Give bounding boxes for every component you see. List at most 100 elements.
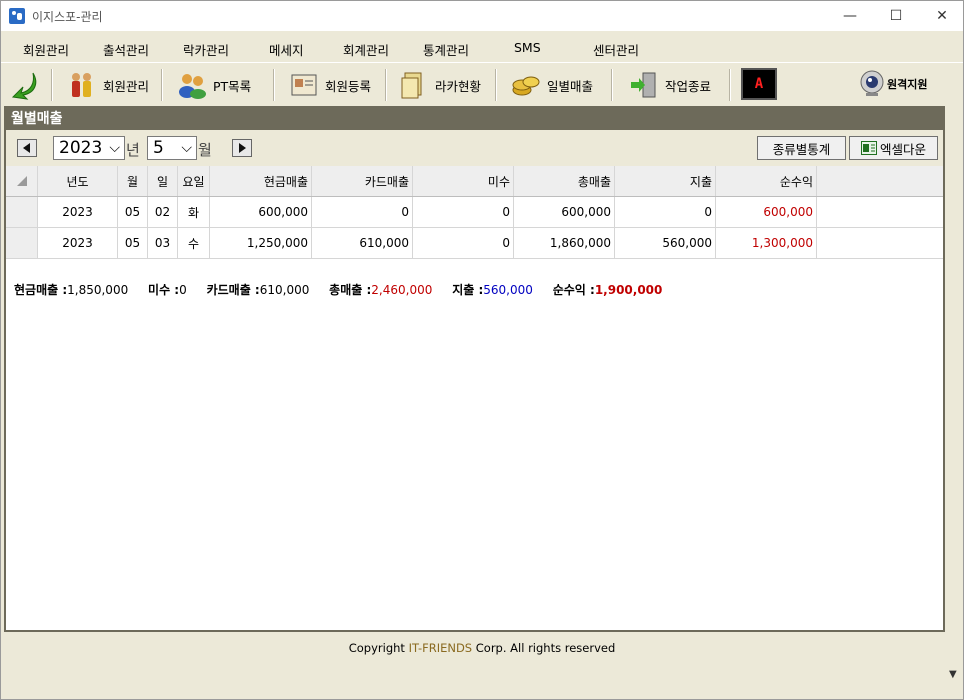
monthly-sales-panel: 월별매출 2023 ⌵ 년 5 ⌵ 월 종류별통계 엑셀다운 년도 월 일 요일… <box>4 106 945 632</box>
cell-year: 2023 <box>38 197 118 227</box>
webcam-icon <box>860 70 884 96</box>
cell-total: 1,860,000 <box>514 228 615 258</box>
sales-summary: 현금매출 :1,850,000 미수 :0 카드매출 :610,000 총매출 … <box>14 281 678 298</box>
menu-message[interactable]: 메세지 <box>269 40 304 59</box>
copyright-suffix: Corp. All rights reserved <box>472 641 616 655</box>
members-icon <box>72 73 91 97</box>
cell-day: 02 <box>148 197 178 227</box>
register-card-icon <box>291 74 317 96</box>
close-button[interactable]: ✕ <box>919 1 964 31</box>
toolbar-separator <box>611 69 613 101</box>
a-badge-button[interactable]: A <box>741 68 777 100</box>
toolbar: 회원관리 PT목록 회원등록 라카현황 일별매출 작업종료 <box>1 62 963 106</box>
month-select[interactable]: 5 ⌵ <box>147 136 197 160</box>
table-row[interactable]: 2023 05 02 화 600,000 0 0 600,000 0 600,0… <box>6 197 943 228</box>
row-selector[interactable] <box>6 197 38 227</box>
pt-list-button[interactable]: PT목록 <box>177 67 251 103</box>
cell-profit: 600,000 <box>716 197 817 227</box>
select-all-corner-icon <box>16 176 27 186</box>
cell-card: 0 <box>312 197 413 227</box>
maximize-button[interactable]: ☐ <box>873 1 919 31</box>
row-selector-header[interactable] <box>6 166 38 196</box>
daily-sales-label: 일별매출 <box>547 78 594 94</box>
copyright-footer: Copyright IT-FRIENDS Corp. All rights re… <box>1 633 963 663</box>
daily-sales-button[interactable]: 일별매출 <box>511 67 593 103</box>
pt-list-label: PT목록 <box>213 78 252 94</box>
cell-cash: 600,000 <box>210 197 312 227</box>
menu-locker[interactable]: 락카관리 <box>183 40 229 59</box>
menu-attendance[interactable]: 출석관리 <box>103 40 149 59</box>
menu-sms[interactable]: SMS <box>514 40 541 55</box>
app-window: 이지스포-관리 — ☐ ✕ 회원관리 출석관리 락카관리 메세지 회계관리 통계… <box>0 0 964 700</box>
scroll-down-arrow-icon[interactable]: ▼ <box>949 669 957 680</box>
row-selector[interactable] <box>6 228 38 258</box>
remote-support-label: 원격지원 <box>887 78 928 91</box>
cash-total-label: 현금매출 : <box>14 283 68 297</box>
toolbar-separator <box>51 69 53 101</box>
menu-statistics[interactable]: 통계관리 <box>423 40 469 59</box>
toolbar-separator <box>161 69 163 101</box>
menu-bar: 회원관리 출석관리 락카관리 메세지 회계관리 통계관리 SMS 센터관리 <box>1 32 963 62</box>
cell-day: 03 <box>148 228 178 258</box>
year-unit: 년 <box>126 141 140 159</box>
col-header[interactable]: 일 <box>148 166 178 196</box>
menu-accounting[interactable]: 회계관리 <box>343 40 389 59</box>
cell-month: 05 <box>118 197 148 227</box>
locker-status-button[interactable]: 라카현황 <box>399 67 481 103</box>
month-unit: 월 <box>198 141 212 159</box>
chevron-down-icon: ⌵ <box>109 140 120 156</box>
work-end-label: 작업종료 <box>665 78 712 94</box>
back-arrow-icon[interactable] <box>11 71 39 101</box>
menu-center[interactable]: 센터관리 <box>593 40 639 59</box>
remote-support-button[interactable]: 원격지원 <box>859 67 941 101</box>
cell-month: 05 <box>118 228 148 258</box>
cell-year: 2023 <box>38 228 118 258</box>
coins-icon <box>512 76 540 96</box>
excel-download-button[interactable]: 엑셀다운 <box>849 136 938 160</box>
work-end-button[interactable]: 작업종료 <box>629 67 711 103</box>
member-mgmt-button[interactable]: 회원관리 <box>67 67 149 103</box>
menu-member[interactable]: 회원관리 <box>23 40 69 59</box>
cell-total: 600,000 <box>514 197 615 227</box>
col-header[interactable]: 월 <box>118 166 148 196</box>
cell-weekday: 화 <box>178 197 210 227</box>
expense-total-value: 560,000 <box>483 283 533 297</box>
col-header[interactable]: 지출 <box>615 166 716 196</box>
pt-users-icon <box>179 74 206 99</box>
copyright-brand: IT-FRIENDS <box>408 641 473 655</box>
type-stats-button[interactable]: 종류별통계 <box>757 136 846 160</box>
col-header[interactable]: 미수 <box>413 166 514 196</box>
title-bar: 이지스포-관리 — ☐ ✕ <box>1 1 963 31</box>
app-logo-icon <box>9 8 25 24</box>
col-header[interactable]: 카드매출 <box>312 166 413 196</box>
table-row[interactable]: 2023 05 03 수 1,250,000 610,000 0 1,860,0… <box>6 228 943 259</box>
col-header[interactable]: 총매출 <box>514 166 615 196</box>
card-total-label: 카드매출 : <box>206 283 260 297</box>
triangle-right-icon <box>239 143 246 153</box>
year-select[interactable]: 2023 ⌵ <box>53 136 125 160</box>
toolbar-separator <box>495 69 497 101</box>
cell-weekday: 수 <box>178 228 210 258</box>
window-title: 이지스포-관리 <box>32 10 103 24</box>
cell-card: 610,000 <box>312 228 413 258</box>
card-total-value: 610,000 <box>259 283 310 297</box>
excel-icon <box>860 141 877 155</box>
next-month-button[interactable] <box>232 139 252 157</box>
table-header-row: 년도 월 일 요일 현금매출 카드매출 미수 총매출 지출 순수익 <box>6 166 943 197</box>
chevron-down-icon: ⌵ <box>181 140 192 156</box>
locker-status-label: 라카현황 <box>435 78 482 94</box>
member-register-button[interactable]: 회원등록 <box>289 67 371 103</box>
prev-month-button[interactable] <box>17 139 37 157</box>
col-header[interactable]: 순수익 <box>716 166 817 196</box>
excel-download-label: 엑셀다운 <box>879 141 926 157</box>
sales-table: 년도 월 일 요일 현금매출 카드매출 미수 총매출 지출 순수익 2023 0… <box>6 166 943 259</box>
locker-icon <box>401 72 422 99</box>
col-header[interactable]: 현금매출 <box>210 166 312 196</box>
cell-expense: 0 <box>615 197 716 227</box>
unpaid-total-label: 미수 : <box>148 283 180 297</box>
year-value: 2023 <box>59 138 103 158</box>
col-header[interactable]: 요일 <box>178 166 210 196</box>
toolbar-separator <box>273 69 275 101</box>
minimize-button[interactable]: — <box>827 1 873 31</box>
col-header[interactable]: 년도 <box>38 166 118 196</box>
